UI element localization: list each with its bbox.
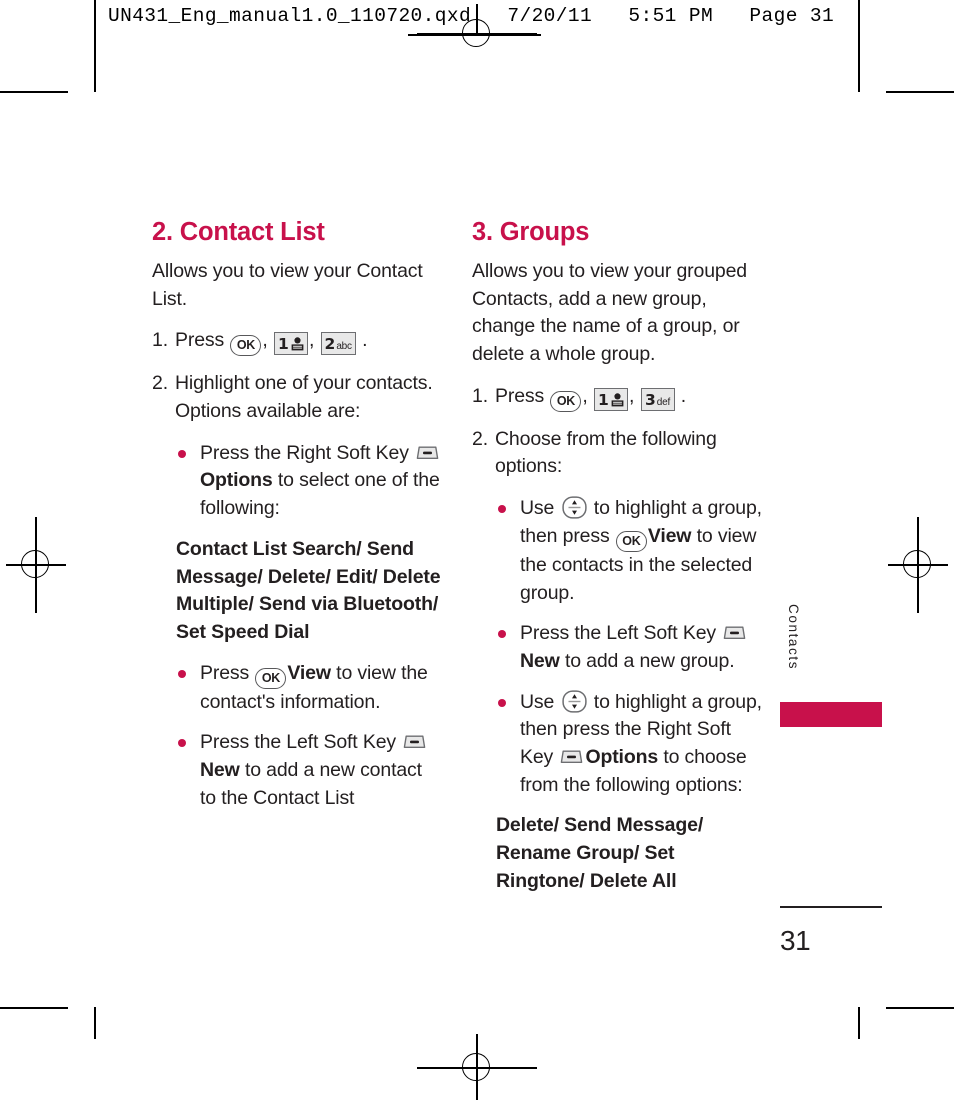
bullet-item-options: Press the Right Soft Key Options to sele… [176,440,442,523]
step-text: Choose from the following options: [495,427,717,478]
soft-key-icon [416,446,439,459]
page-content: 2. Contact List Allows you to view your … [0,0,954,1099]
page-number: 31 [780,925,811,956]
keypad-1-voicemail-icon: 1 [273,332,308,356]
bullet-dot-icon [498,698,506,707]
comma: , [582,384,588,407]
bullet-dot-icon [498,505,506,514]
bullet-text: Use [520,690,555,713]
section-title-groups: 3. Groups [472,218,590,246]
keypad-1-voicemail-icon: 1 [593,387,628,411]
side-tab-bar [780,702,882,727]
period: . [680,384,687,407]
step-text: Press [175,329,225,352]
column-contact-list: 2. Contact List Allows you to view your … [152,218,442,825]
bullet-item-view: Press OK View to view the contact's infor… [176,660,442,717]
side-tab-label-contacts: Contacts [786,604,801,671]
keypad-2-abc-icon: 2abc [320,332,356,356]
bullet-list-contact-list: Press the Right Soft Key Options to sele… [152,440,442,813]
bullet-dot-icon [178,739,186,748]
bullet-text: Press the Right Soft Key [200,441,409,464]
step-text: Press [495,384,545,407]
step-number: 2. [472,427,488,450]
column-groups: 3. Groups Allows you to view your groupe… [472,218,762,908]
comma: , [628,384,635,407]
bullet-text-cont: to add a new group. [564,649,735,672]
bullet-dot-icon [178,449,186,458]
step-1-groups: 1. Press OK, 1, 3def . [472,383,762,412]
step-number: 1. [152,329,168,352]
navigation-key-icon [561,689,587,713]
step-2-contact-list: 2. Highlight one of your contacts. Option… [152,370,442,425]
ok-label: View [287,661,331,684]
soft-key-icon [561,750,583,763]
comma: , [262,329,268,352]
ok-key-icon: OK [230,335,262,357]
intro-paragraph-contact-list: Allows you to view your Contact List. [152,260,423,310]
options-list-contact-list: Contact List Search/ Send Message/ Delet… [176,537,441,643]
ok-key-icon: OK [550,390,582,412]
bullet-item-new: Press the Left Soft Key New to add a new… [176,729,442,812]
page-number-rule [780,906,882,908]
section-title-contact-list: 2. Contact List [152,218,325,246]
softkey-label: New [200,758,240,781]
softkey-label: New [520,649,560,672]
step-1-contact-list: 1. Press OK, 1, 2abc . [152,327,442,357]
options-list-groups: Delete/ Send Message/ Rename Group/ Set … [496,814,704,892]
bullet-dot-icon [178,669,186,678]
step-2-groups: 2. Choose from the following options: [472,426,762,481]
step-number: 2. [152,372,168,395]
bullet-text: Press the Left Soft Key [200,731,396,754]
softkey-label: Options [585,745,659,768]
bullet-text: Press [200,661,250,684]
step-number: 1. [472,384,488,407]
comma: , [308,329,315,352]
soft-key-icon [403,735,426,749]
bullet-list-groups: Use to highlight a group, then press OK V… [472,495,762,895]
voicemail-glyph-icon [611,393,624,407]
period: . [362,329,368,352]
ok-label: View [647,524,692,547]
keypad-3-def-icon: 3def [640,387,675,411]
bullet-text: Use [520,497,555,520]
bullet-item-highlight-view: Use to highlight a group, then press OK V… [496,495,762,607]
bullet-item-new-group: Press the Left Soft Key New to add a new… [496,620,762,675]
ok-key-icon: OK [615,530,647,552]
soft-key-icon [723,626,746,640]
bullet-item-group-options: Use to highlight a group, then press the… [496,689,762,800]
bullet-dot-icon [498,630,506,639]
ok-key-icon: OK [255,667,287,689]
voicemail-glyph-icon [291,337,304,351]
bullet-text: Press the Left Soft Key [520,622,716,645]
navigation-key-icon [561,496,587,519]
softkey-label: Options [200,469,273,492]
step-text: Highlight one of your contacts. Options … [175,372,433,423]
intro-paragraph-groups: Allows you to view your grouped Contacts… [472,260,747,366]
